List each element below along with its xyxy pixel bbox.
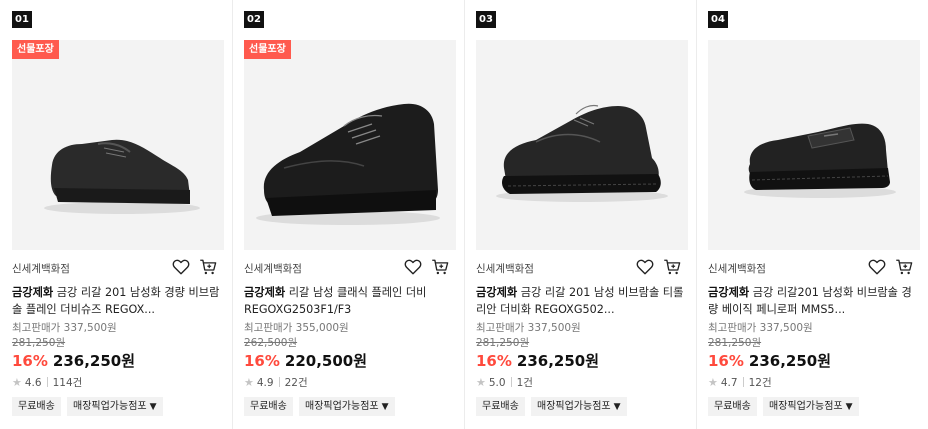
review-count: 114건 — [52, 377, 83, 389]
star-icon: ★ — [476, 376, 486, 389]
heart-outline-icon[interactable] — [636, 258, 654, 276]
rating-row: ★ 4.7 12건 — [708, 375, 772, 390]
shoe-image — [496, 104, 668, 202]
heart-outline-icon[interactable] — [404, 258, 422, 276]
review-count: 22건 — [284, 377, 308, 389]
original-price: 281,250원 — [708, 337, 762, 349]
shopping-cart-icon[interactable] — [663, 258, 682, 276]
product-title[interactable]: 금강제화 금강 리갈 201 남성 비브람솔 티롤리안 더비화 REGOXG50… — [476, 284, 684, 318]
rating-score: 4.7 — [720, 377, 738, 389]
divider — [278, 377, 280, 387]
rank-badge: 02 — [244, 11, 264, 28]
brand-name: 금강제화 — [708, 286, 750, 299]
divider — [742, 377, 744, 387]
product-image[interactable]: 선물포장 — [12, 40, 224, 250]
original-price: 281,250원 — [476, 337, 530, 349]
rank-badge: 03 — [476, 11, 496, 28]
divider — [46, 377, 48, 387]
heart-outline-icon[interactable] — [868, 258, 886, 276]
product-card[interactable]: 04 신세계백화점 금강제화 금강 리갈201 남성화 비브람솔 경량 베이직 … — [696, 0, 928, 429]
free-shipping-tag: 무료배송 — [476, 397, 525, 416]
rank-badge: 01 — [12, 11, 32, 28]
brand-name: 금강제화 — [12, 286, 54, 299]
max-price: 최고판매가 337,500원 — [12, 322, 117, 334]
shoe-image — [256, 103, 440, 225]
sale-price-row: 16% 236,250원 — [708, 350, 831, 371]
rating-row: ★ 4.6 114건 — [12, 375, 82, 390]
max-price: 최고판매가 337,500원 — [708, 322, 813, 334]
store-pickup-dropdown[interactable]: 매장픽업가능점포 ▼ — [531, 397, 627, 416]
heart-outline-icon[interactable] — [172, 258, 190, 276]
caret-down-icon: ▼ — [845, 402, 853, 412]
original-price: 262,500원 — [244, 337, 298, 349]
sale-price: 236,250원 — [52, 352, 136, 370]
shopping-cart-icon[interactable] — [895, 258, 914, 276]
store-pickup-label: 매장픽업가능점포 — [537, 401, 611, 412]
free-shipping-tag: 무료배송 — [708, 397, 757, 416]
review-count: 1건 — [516, 377, 533, 389]
rating-score: 4.6 — [24, 377, 42, 389]
rating-score: 4.9 — [256, 377, 274, 389]
rating-row: ★ 5.0 1건 — [476, 375, 533, 390]
store-pickup-label: 매장픽업가능점포 — [305, 401, 379, 412]
product-card[interactable]: 02 선물포장 신세계백화점 금강제화 리갈 남성 클래식 플레인 더비 REG… — [232, 0, 464, 429]
sale-price: 236,250원 — [748, 352, 832, 370]
product-image[interactable] — [708, 40, 920, 250]
free-shipping-tag: 무료배송 — [244, 397, 293, 416]
caret-down-icon: ▼ — [149, 402, 157, 412]
gift-wrap-badge: 선물포장 — [244, 40, 291, 59]
sale-price-row: 16% 236,250원 — [12, 350, 135, 371]
product-title[interactable]: 금강제화 금강 리갈 201 남성화 경량 비브람솔 플레인 더비슈즈 REGO… — [12, 284, 220, 318]
divider — [510, 377, 512, 387]
rating-score: 5.0 — [488, 377, 506, 389]
gift-wrap-badge: 선물포장 — [12, 40, 59, 59]
store-name[interactable]: 신세계백화점 — [476, 261, 534, 276]
store-name[interactable]: 신세계백화점 — [12, 261, 70, 276]
shoe-image — [744, 123, 896, 198]
store-name[interactable]: 신세계백화점 — [708, 261, 766, 276]
store-pickup-dropdown[interactable]: 매장픽업가능점포 ▼ — [67, 397, 163, 416]
discount-rate: 16% — [12, 352, 48, 370]
sale-price: 220,500원 — [284, 352, 368, 370]
product-card[interactable]: 01 선물포장 신세계백화점 금강제화 금강 리갈 201 남성화 경량 비브람… — [0, 0, 232, 429]
brand-name: 금강제화 — [244, 286, 286, 299]
star-icon: ★ — [708, 376, 718, 389]
max-price: 최고판매가 337,500원 — [476, 322, 581, 334]
free-shipping-tag: 무료배송 — [12, 397, 61, 416]
product-title[interactable]: 금강제화 금강 리갈201 남성화 비브람솔 경량 베이직 페니로퍼 MMS5.… — [708, 284, 916, 318]
original-price: 281,250원 — [12, 337, 66, 349]
review-count: 12건 — [748, 377, 772, 389]
store-pickup-label: 매장픽업가능점포 — [769, 401, 843, 412]
rating-row: ★ 4.9 22건 — [244, 375, 308, 390]
shopping-cart-icon[interactable] — [431, 258, 450, 276]
store-pickup-dropdown[interactable]: 매장픽업가능점포 ▼ — [299, 397, 395, 416]
caret-down-icon: ▼ — [613, 402, 621, 412]
shoe-image — [44, 139, 200, 214]
max-price: 최고판매가 355,000원 — [244, 322, 349, 334]
store-pickup-label: 매장픽업가능점포 — [73, 401, 147, 412]
sale-price-row: 16% 236,250원 — [476, 350, 599, 371]
product-title[interactable]: 금강제화 리갈 남성 클래식 플레인 더비 REGOXG2503F1/F3 — [244, 284, 452, 318]
discount-rate: 16% — [708, 352, 744, 370]
star-icon: ★ — [244, 376, 254, 389]
product-image[interactable]: 선물포장 — [244, 40, 456, 250]
product-grid: 01 선물포장 신세계백화점 금강제화 금강 리갈 201 남성화 경량 비브람… — [0, 0, 928, 429]
discount-rate: 16% — [244, 352, 280, 370]
rank-badge: 04 — [708, 11, 728, 28]
discount-rate: 16% — [476, 352, 512, 370]
sale-price-row: 16% 220,500원 — [244, 350, 367, 371]
product-image[interactable] — [476, 40, 688, 250]
shopping-cart-icon[interactable] — [199, 258, 218, 276]
store-name[interactable]: 신세계백화점 — [244, 261, 302, 276]
caret-down-icon: ▼ — [381, 402, 389, 412]
store-pickup-dropdown[interactable]: 매장픽업가능점포 ▼ — [763, 397, 859, 416]
star-icon: ★ — [12, 376, 22, 389]
product-card[interactable]: 03 신세계백화점 금강제화 금강 리갈 201 남성 비브람솔 티롤리안 더비… — [464, 0, 696, 429]
brand-name: 금강제화 — [476, 286, 518, 299]
sale-price: 236,250원 — [516, 352, 600, 370]
